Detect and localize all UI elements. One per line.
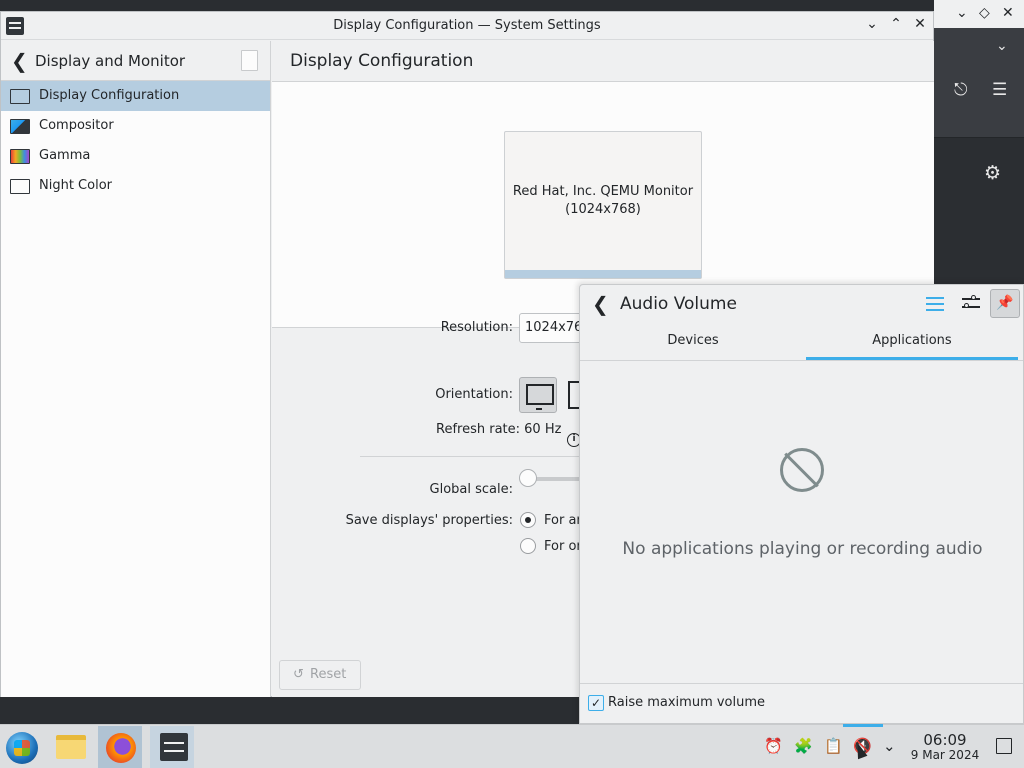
tabs-separator [580, 360, 1023, 361]
sidebar-item-night-color[interactable]: Night Color [1, 171, 270, 201]
tab-devices[interactable]: Devices [580, 333, 806, 348]
save-option-1-radio[interactable] [520, 512, 536, 528]
reset-button[interactable]: ↺ Reset [279, 660, 361, 690]
no-entry-icon [780, 448, 824, 492]
system-settings-task-button[interactable] [150, 726, 194, 768]
save-option-2-radio[interactable] [520, 538, 536, 554]
sidebar-title: Display and Monitor [35, 52, 186, 70]
back-arrow-icon[interactable]: ❮ [11, 49, 28, 73]
active-tray-indicator [843, 724, 883, 727]
firefox-icon [106, 733, 136, 763]
orientation-landscape-button[interactable] [519, 377, 557, 413]
clipboard-icon[interactable]: 📋 [824, 737, 843, 755]
background-tabbar: ⌄ [934, 28, 1024, 70]
notifications-bell-icon[interactable]: ⏰ [764, 737, 783, 755]
popup-footer-separator [580, 683, 1023, 684]
content-header: Display Configuration [272, 41, 934, 82]
pin-icon[interactable]: 📌 [990, 289, 1020, 318]
tab-applications[interactable]: Applications [806, 333, 1018, 348]
raise-maximum-volume-checkbox[interactable]: ✓ [588, 695, 604, 711]
global-scale-label: Global scale: [429, 482, 513, 497]
night-color-icon [10, 179, 30, 194]
clipboard-bottle-icon[interactable]: 🧩 [794, 737, 813, 755]
minimize-button[interactable]: ⌄ [862, 16, 882, 32]
popup-title: Audio Volume [620, 294, 737, 314]
sidebar-item-label: Compositor [39, 118, 114, 133]
close-button[interactable]: ✕ [910, 16, 930, 32]
background-window-titlebar: ⌄ ◇ ✕ [934, 0, 1024, 28]
window-titlebar: Display Configuration — System Settings … [1, 12, 933, 40]
start-menu-icon [6, 732, 38, 764]
popup-back-arrow-icon[interactable]: ❮ [592, 292, 609, 316]
application-launcher-button[interactable] [0, 726, 44, 768]
document-icon[interactable] [241, 50, 258, 71]
refresh-rate-label: Refresh rate: 60 Hz [436, 422, 562, 437]
raise-maximum-volume-label[interactable]: Raise maximum volume [608, 695, 765, 710]
configure-sliders-icon[interactable] [962, 295, 980, 311]
monitor-icon [10, 89, 30, 104]
monitor-name-text: Red Hat, Inc. QEMU Monitor [512, 184, 694, 199]
sidebar: ❮ Display and Monitor Display Configurat… [1, 41, 271, 697]
sidebar-header: ❮ Display and Monitor [1, 41, 270, 81]
hamburger-menu-icon[interactable] [926, 297, 944, 311]
background-minimize-icon[interactable]: ⌄ [956, 5, 968, 21]
sidebar-item-label: Night Color [39, 178, 112, 193]
reset-icon: ↺ [293, 667, 304, 682]
form-divider [360, 456, 580, 457]
sidebar-item-label: Gamma [39, 148, 91, 163]
sidebar-item-display-configuration[interactable]: Display Configuration [1, 81, 270, 111]
maximize-button[interactable]: ⌃ [886, 16, 906, 32]
audio-volume-popup: ❮ Audio Volume 📌 Devices Applications No… [579, 284, 1024, 724]
taskbar: ⏰ 🧩 📋 🔇 ⌄ 06:09 9 Mar 2024 [0, 724, 1024, 768]
file-manager-button[interactable] [48, 726, 92, 768]
resolution-label: Resolution: [440, 320, 513, 335]
background-close-icon[interactable]: ✕ [1002, 5, 1014, 21]
reset-label: Reset [310, 667, 347, 682]
clock-date[interactable]: 9 Mar 2024 [906, 748, 984, 762]
background-maximize-icon[interactable]: ◇ [979, 5, 990, 21]
global-scale-slider-handle[interactable] [519, 469, 537, 487]
monitor-selection-bar [505, 270, 701, 278]
window-title: Display Configuration — System Settings [333, 18, 601, 33]
gamma-icon [10, 149, 30, 164]
show-desktop-icon[interactable] [996, 738, 1012, 754]
save-properties-label: Save displays' properties: [345, 513, 513, 528]
compositor-icon [10, 119, 30, 134]
sidebar-item-gamma[interactable]: Gamma [1, 141, 270, 171]
orientation-label: Orientation: [435, 387, 513, 402]
background-extensions-icon[interactable]: ⎋ [954, 80, 967, 100]
folder-icon [56, 735, 86, 759]
sidebar-item-compositor[interactable]: Compositor [1, 111, 270, 141]
sidebar-item-label: Display Configuration [39, 88, 180, 103]
background-menu-icon[interactable]: ☰ [992, 80, 1007, 100]
clock-time[interactable]: 06:09 [910, 731, 980, 749]
active-tab-indicator [806, 357, 1018, 360]
monitor-resolution-text: (1024x768) [565, 202, 641, 217]
tray-expander-chevron-icon[interactable]: ⌄ [883, 737, 896, 755]
monitor-name: Red Hat, Inc. QEMU Monitor (1024x768) [505, 183, 701, 219]
monitor-preview[interactable]: Red Hat, Inc. QEMU Monitor (1024x768) [504, 131, 702, 279]
background-settings-gear-icon[interactable]: ⚙ [984, 162, 1001, 184]
system-settings-icon [160, 733, 188, 761]
background-tab-list-icon[interactable]: ⌄ [996, 38, 1008, 54]
firefox-task-button[interactable] [98, 726, 142, 768]
background-toolbar: ⎋ ☰ [934, 70, 1024, 138]
empty-state-message: No applications playing or recording aud… [622, 539, 983, 559]
page-title: Display Configuration [290, 51, 474, 71]
